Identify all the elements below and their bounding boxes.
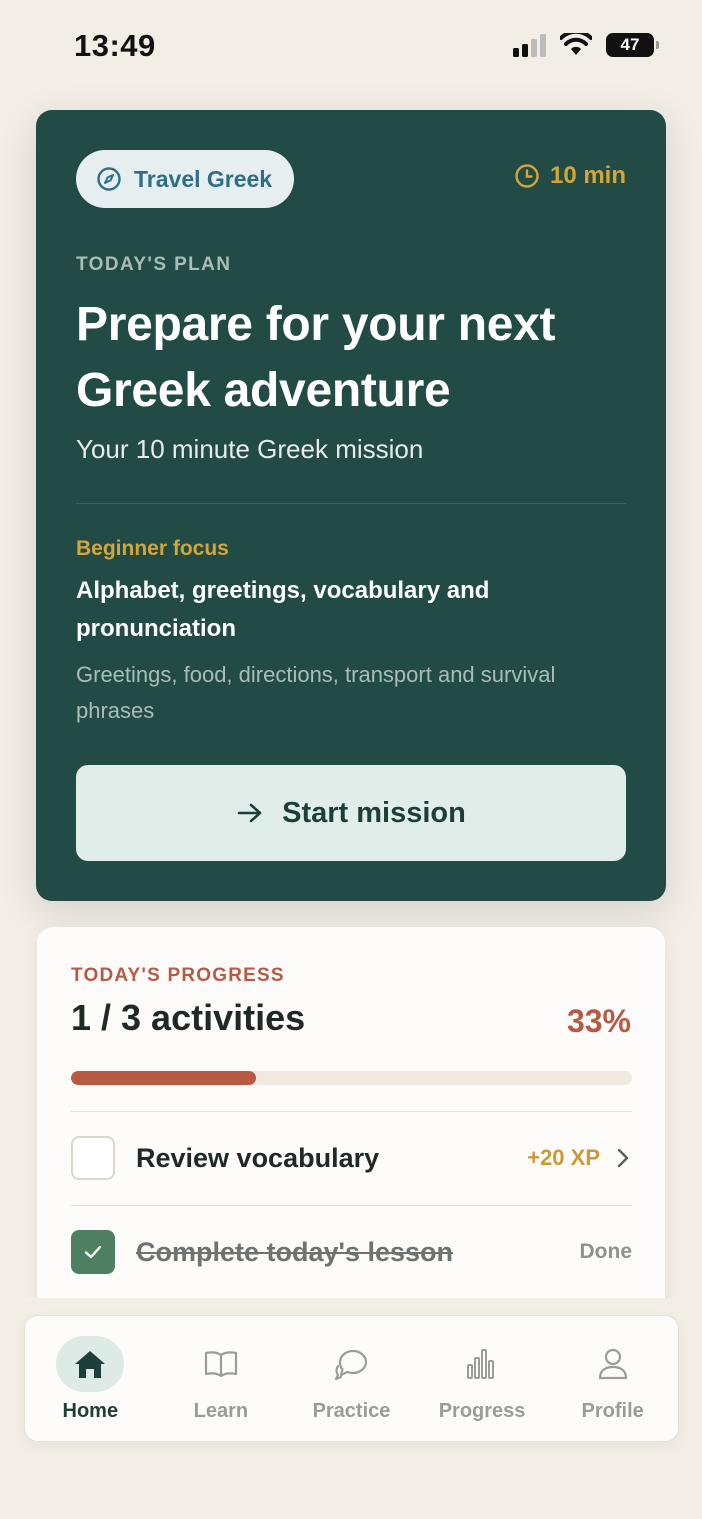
chevron-right-icon	[617, 1148, 629, 1168]
progress-percent: 33%	[566, 1003, 631, 1039]
user-icon	[579, 1336, 647, 1392]
course-label: Travel Greek	[134, 165, 273, 192]
arrow-right-icon	[237, 803, 262, 823]
focus-title: Alphabet, greetings, vocabulary and pron…	[76, 577, 490, 642]
start-mission-label: Start mission	[282, 796, 466, 829]
xp-reward: +20 XP	[527, 1145, 600, 1170]
home-screen: 13:49 47 Travel Greek 10 min TODAY'S PLA…	[0, 0, 702, 1519]
task-checkbox[interactable]	[71, 1136, 115, 1180]
tab-practice[interactable]: Practice	[286, 1316, 417, 1441]
tab-home[interactable]: Home	[25, 1316, 156, 1441]
battery-icon: 47	[606, 33, 659, 57]
task-label: Complete today's lesson	[136, 1236, 453, 1267]
divider	[76, 503, 626, 504]
plan-title: Prepare for your next Greek adventure	[76, 298, 556, 417]
chat-icon	[317, 1336, 385, 1392]
focus-description: Greetings, food, directions, transport a…	[76, 662, 556, 723]
status-icons: 47	[513, 33, 659, 57]
tab-label: Home	[62, 1400, 119, 1422]
course-pill[interactable]: Travel Greek	[76, 150, 295, 208]
duration-badge: 10 min	[514, 162, 626, 190]
status-time: 13:49	[74, 28, 156, 63]
activities-count: 1 / 3 activities	[71, 997, 306, 1038]
tab-progress[interactable]: Progress	[417, 1316, 548, 1441]
cellular-signal-icon	[513, 33, 546, 57]
status-bar: 13:49 47	[0, 0, 702, 96]
tab-label: Progress	[438, 1400, 526, 1422]
bar-chart-icon	[448, 1336, 516, 1392]
book-icon	[187, 1336, 255, 1392]
plan-subtitle: Your 10 minute Greek mission	[76, 434, 424, 464]
progress-bar-fill	[71, 1071, 257, 1085]
tab-label: Profile	[581, 1400, 644, 1422]
tab-learn[interactable]: Learn	[156, 1316, 287, 1441]
progress-bar	[71, 1071, 632, 1085]
compass-icon	[97, 167, 121, 191]
battery-level: 47	[620, 35, 640, 54]
checkmark-icon	[84, 1245, 102, 1259]
progress-eyebrow: TODAY'S PROGRESS	[71, 965, 285, 986]
tab-bar: Home Learn Practice Progress Profile	[24, 1315, 679, 1442]
tab-profile[interactable]: Profile	[547, 1316, 678, 1441]
home-icon	[56, 1336, 125, 1392]
task-row-complete-lesson[interactable]: Complete today's lesson Done	[71, 1206, 632, 1298]
start-mission-button[interactable]: Start mission	[76, 765, 626, 861]
clock-icon	[515, 164, 539, 188]
tab-label: Learn	[193, 1400, 249, 1422]
duration-label: 10 min	[549, 162, 626, 189]
tab-label: Practice	[312, 1400, 391, 1422]
focus-label: Beginner focus	[76, 537, 229, 560]
task-checkbox-checked[interactable]	[71, 1230, 115, 1274]
task-status: Done	[579, 1240, 633, 1263]
wifi-icon	[560, 33, 592, 55]
plan-eyebrow: TODAY'S PLAN	[76, 254, 232, 275]
todays-plan-card: Travel Greek 10 min TODAY'S PLAN Prepare…	[36, 110, 666, 901]
task-row-review-vocabulary[interactable]: Review vocabulary +20 XP	[71, 1112, 632, 1204]
task-label: Review vocabulary	[136, 1142, 380, 1173]
